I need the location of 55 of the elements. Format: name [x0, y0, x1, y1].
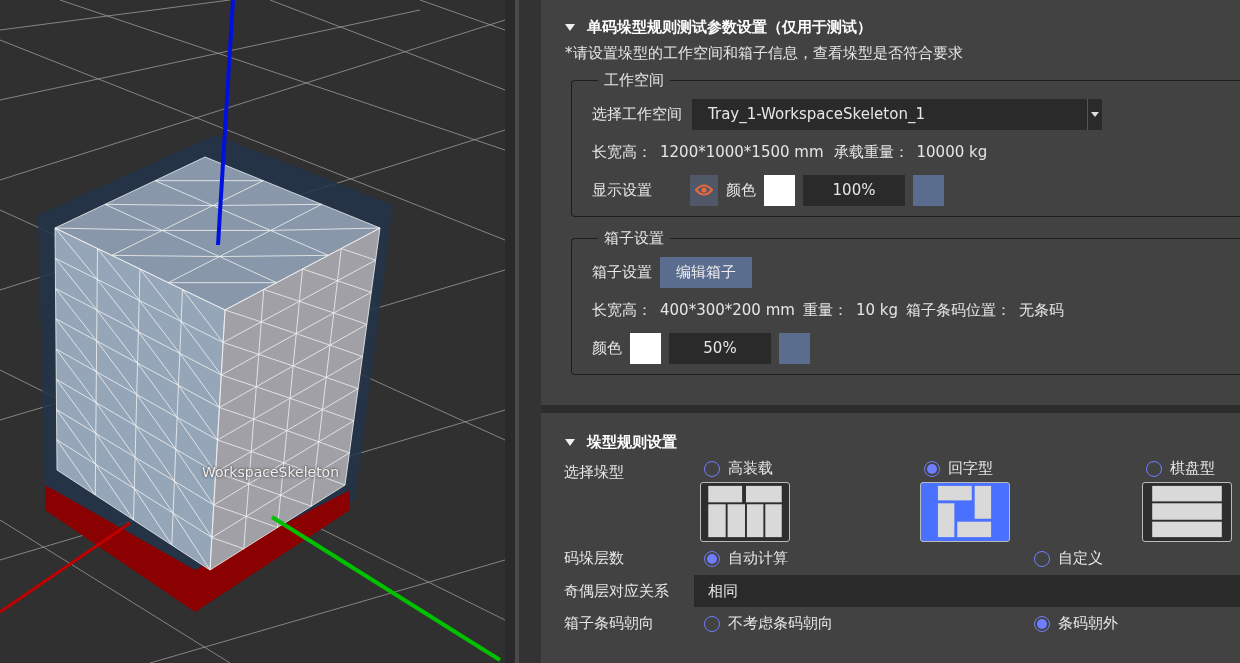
option-radio[interactable]: 自定义 [1034, 549, 1240, 568]
field-label: 选择工作空间 [592, 104, 682, 124]
dims-label: 长宽高： [592, 142, 652, 162]
group-title: 工作空间 [603, 71, 665, 90]
radio-label: 回字型 [948, 459, 993, 478]
collapse-toggle-icon[interactable] [565, 438, 575, 446]
instruction-text: *请设置垛型的工作空间和箱子信息，查看垛型是否符合要求 [565, 44, 964, 63]
radio-label: 棋盘型 [1170, 459, 1215, 478]
edit-box-button[interactable]: 编辑箱子 [660, 256, 752, 288]
field-label: 箱子设置 [592, 262, 652, 282]
color-swatch[interactable] [764, 174, 795, 206]
dims-label: 长宽高： [592, 300, 652, 320]
dims-value: 400*300*200 mm [660, 301, 795, 319]
color-label: 颜色 [726, 180, 756, 200]
field-label: 码垛层数 [564, 549, 625, 568]
option-radio[interactable]: 不考虑条码朝向 [704, 614, 1030, 633]
pattern-thumbnail[interactable] [1142, 482, 1232, 542]
field-label: 显示设置 [592, 180, 652, 200]
load-value: 10000 kg [916, 143, 988, 161]
radio-label: 不考虑条码朝向 [728, 614, 833, 633]
dims-value: 1200*1000*1500 mm [660, 143, 824, 161]
radio-label: 高装载 [728, 459, 773, 478]
field-label: 选择垛型 [564, 463, 625, 482]
collapse-toggle-icon[interactable] [565, 23, 575, 31]
field-label: 奇偶层对应关系 [564, 581, 670, 601]
option-radio[interactable]: 自动计算 [704, 549, 1030, 568]
pattern-option[interactable]: 高装载 [704, 459, 773, 478]
pattern-thumbnail[interactable] [920, 482, 1010, 542]
radio-label: 自动计算 [728, 549, 788, 568]
opacity-field[interactable]: 100% [803, 174, 905, 206]
radio-label: 自定义 [1058, 549, 1103, 568]
section-title: 单码垛型规则测试参数设置（仅用于测试） [587, 17, 872, 37]
eye-icon [695, 184, 713, 196]
visibility-toggle[interactable] [690, 174, 718, 206]
pattern-option[interactable]: 棋盘型 [1146, 459, 1215, 478]
opacity-field[interactable]: 50% [669, 332, 771, 364]
load-label: 承载重量： [833, 142, 909, 162]
color-label: 颜色 [592, 338, 622, 358]
weight-value: 10 kg [855, 301, 898, 319]
parity-dropdown[interactable]: 相同 [694, 575, 1240, 607]
section-title: 垛型规则设置 [587, 432, 677, 452]
dropdown-caret-icon [1091, 111, 1099, 117]
radio-label: 条码朝外 [1058, 614, 1118, 633]
pattern-option[interactable]: 回字型 [924, 459, 993, 478]
color-swatch[interactable] [630, 332, 661, 364]
barcode-label: 箱子条码位置： [905, 300, 1011, 320]
group-title: 箱子设置 [603, 229, 665, 248]
color-picker-button[interactable] [913, 174, 944, 206]
barcode-value: 无条码 [1018, 300, 1064, 320]
workspace-dropdown[interactable]: Tray_1-WorkspaceSkeleton_1 [692, 98, 1102, 130]
weight-label: 重量： [802, 300, 848, 320]
field-label: 箱子条码朝向 [564, 614, 655, 633]
option-radio[interactable]: 条码朝外 [1034, 614, 1240, 633]
color-picker-button[interactable] [779, 332, 810, 364]
pattern-thumbnail[interactable] [700, 482, 790, 542]
